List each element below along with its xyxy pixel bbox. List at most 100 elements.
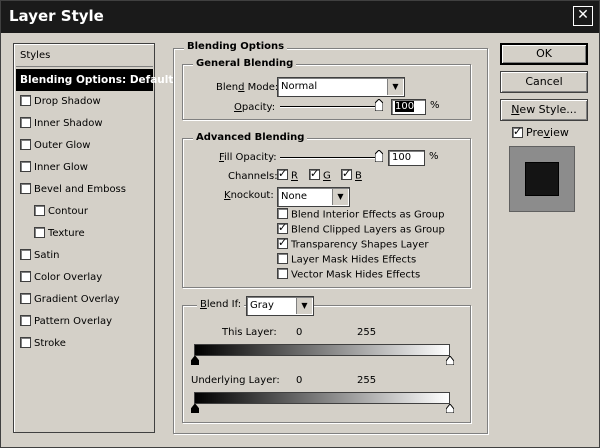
- channel-g-checkbox[interactable]: G: [309, 167, 331, 182]
- knockout-value: None: [281, 191, 308, 202]
- blending-options-title: Blending Options: [184, 41, 288, 52]
- option-check[interactable]: [277, 253, 288, 264]
- blend-mode-dropdown[interactable]: Normal ▼: [277, 77, 405, 97]
- style-label: Texture: [48, 228, 85, 239]
- option-check[interactable]: [277, 208, 288, 219]
- preview-swatch-inner: [525, 162, 559, 196]
- fill-opacity-input[interactable]: 100: [388, 150, 425, 166]
- this-layer-gradient: [194, 344, 450, 356]
- style-checkbox[interactable]: [20, 248, 31, 260]
- layer-style-dialog: Layer Style ✕ Styles Blending Options: D…: [0, 0, 600, 448]
- advanced-option-checkbox[interactable]: Blend Clipped Layers as Group: [277, 221, 445, 236]
- style-label: Drop Shadow: [34, 96, 101, 107]
- style-label: Inner Glow: [34, 162, 88, 173]
- style-checkbox[interactable]: [20, 182, 31, 194]
- general-blending-title: General Blending: [193, 58, 297, 69]
- this-layer-black-slider[interactable]: [191, 356, 199, 365]
- channel-r-checkbox[interactable]: R: [277, 167, 298, 182]
- new-style-button[interactable]: New Style...: [500, 99, 588, 121]
- fill-opacity-percent: %: [429, 151, 439, 162]
- styles-list-item[interactable]: Gradient Overlay: [16, 289, 153, 311]
- channels-label: Channels:: [228, 171, 278, 182]
- preview-label: Preview: [526, 126, 569, 139]
- style-checkbox[interactable]: [34, 204, 45, 216]
- blend-mode-value: Normal: [281, 81, 318, 92]
- channel-b-check[interactable]: [341, 167, 352, 180]
- styles-list-item[interactable]: Satin: [16, 245, 153, 267]
- style-checkbox[interactable]: [20, 336, 31, 348]
- blend-if-group: [182, 305, 471, 423]
- underlying-layer-label: Underlying Layer:: [191, 375, 280, 386]
- opacity-slider-track[interactable]: [280, 106, 381, 108]
- option-label: Vector Mask Hides Effects: [291, 269, 421, 281]
- opacity-slider-thumb[interactable]: [375, 99, 383, 111]
- styles-list-item[interactable]: Inner Shadow: [16, 113, 153, 135]
- fill-opacity-slider-track[interactable]: [280, 157, 381, 159]
- preview-checkbox[interactable]: Preview: [512, 125, 569, 139]
- styles-list-item-blending-options[interactable]: Blending Options: Default: [16, 69, 173, 91]
- option-check[interactable]: [277, 236, 288, 249]
- fill-opacity-slider-thumb[interactable]: [375, 150, 383, 162]
- advanced-option-checkbox[interactable]: Vector Mask Hides Effects: [277, 268, 421, 281]
- blend-mode-label: Blend Mode:: [216, 82, 279, 93]
- cancel-button[interactable]: Cancel: [500, 71, 588, 93]
- styles-list-header[interactable]: Styles: [16, 45, 153, 67]
- style-label: Inner Shadow: [34, 118, 103, 129]
- advanced-option-checkbox[interactable]: Blend Interior Effects as Group: [277, 208, 445, 221]
- style-checkbox[interactable]: [20, 270, 31, 282]
- blend-if-value: Gray: [250, 300, 274, 311]
- option-label: Blend Interior Effects as Group: [291, 209, 445, 221]
- option-check[interactable]: [277, 268, 288, 279]
- channel-r-label: R: [291, 170, 298, 182]
- channel-b-label: B: [355, 170, 362, 182]
- knockout-label: Knockout:: [224, 190, 274, 201]
- blend-if-label: Blend If:: [197, 299, 245, 310]
- style-checkbox[interactable]: [20, 116, 31, 128]
- styles-list-item[interactable]: Color Overlay: [16, 267, 153, 289]
- styles-list-item[interactable]: Stroke: [16, 333, 153, 355]
- opacity-input[interactable]: 100: [391, 99, 426, 115]
- preview-swatch: [509, 146, 575, 212]
- dialog-title: Layer Style: [9, 7, 104, 25]
- style-checkbox[interactable]: [34, 226, 45, 238]
- preview-check[interactable]: [512, 125, 523, 138]
- underlying-layer-gradient: [194, 392, 450, 404]
- title-bar: Layer Style ✕: [1, 1, 599, 33]
- ok-button[interactable]: OK: [500, 43, 588, 65]
- styles-list-item[interactable]: Bevel and Emboss: [16, 179, 153, 201]
- style-label: Bevel and Emboss: [34, 184, 126, 195]
- styles-list-item[interactable]: Contour: [16, 201, 153, 223]
- channel-r-check[interactable]: [277, 167, 288, 180]
- styles-list-item[interactable]: Inner Glow: [16, 157, 153, 179]
- style-checkbox[interactable]: [20, 314, 31, 326]
- blend-if-dropdown[interactable]: Gray ▼: [246, 296, 314, 316]
- style-label: Color Overlay: [34, 272, 103, 283]
- channel-b-checkbox[interactable]: B: [341, 167, 362, 182]
- close-button[interactable]: ✕: [573, 6, 593, 26]
- styles-list: Styles Blending Options: Default Drop Sh…: [13, 43, 173, 433]
- channel-g-label: G: [323, 170, 331, 182]
- option-label: Layer Mask Hides Effects: [291, 254, 417, 266]
- style-label: Contour: [48, 206, 88, 217]
- close-icon: ✕: [577, 7, 589, 23]
- style-checkbox[interactable]: [20, 160, 31, 172]
- styles-list-item[interactable]: Drop Shadow: [16, 91, 153, 113]
- advanced-option-checkbox[interactable]: Transparency Shapes Layer: [277, 236, 429, 251]
- option-label: Transparency Shapes Layer: [291, 239, 429, 251]
- underlying-white-slider[interactable]: [446, 404, 454, 413]
- this-layer-low-value: 0: [296, 327, 303, 338]
- style-checkbox[interactable]: [20, 138, 31, 150]
- advanced-option-checkbox[interactable]: Layer Mask Hides Effects: [277, 253, 417, 266]
- channel-g-check[interactable]: [309, 167, 320, 180]
- this-layer-white-slider[interactable]: [446, 356, 454, 365]
- style-checkbox[interactable]: [20, 94, 31, 106]
- underlying-black-slider[interactable]: [191, 404, 199, 413]
- knockout-dropdown[interactable]: None ▼: [277, 187, 350, 207]
- opacity-percent: %: [430, 100, 440, 111]
- styles-list-item[interactable]: Texture: [16, 223, 153, 245]
- styles-list-item[interactable]: Pattern Overlay: [16, 311, 153, 333]
- style-label: Stroke: [34, 338, 66, 349]
- style-checkbox[interactable]: [20, 292, 31, 304]
- styles-list-item[interactable]: Outer Glow: [16, 135, 153, 157]
- option-check[interactable]: [277, 221, 288, 234]
